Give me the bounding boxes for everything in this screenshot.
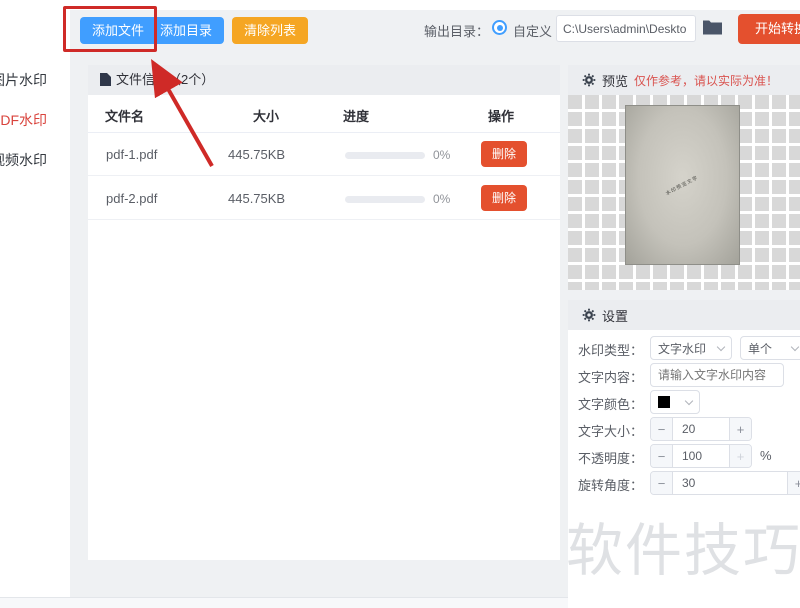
sidebar-item-video-watermark[interactable]: 视频水印 <box>0 150 70 170</box>
table-row: pdf-1.pdf 445.75KB 0% 删除 <box>88 133 560 176</box>
file-list-panel: 文件信息（2个） 文件名 大小 进度 操作 pdf-1.pdf 445.75KB… <box>88 65 560 560</box>
watermark-mode-select[interactable]: 单个 <box>740 336 800 360</box>
text-color-select[interactable] <box>650 390 700 414</box>
table-row: pdf-2.pdf 445.75KB 0% 删除 <box>88 177 560 220</box>
text-size-value[interactable]: 20 <box>673 418 729 440</box>
chevron-down-icon <box>790 342 800 351</box>
gear-icon <box>582 73 596 87</box>
output-path-input[interactable] <box>556 15 696 42</box>
start-convert-button[interactable]: 开始转换 <box>738 14 800 44</box>
progress-bar <box>345 196 425 203</box>
column-action: 操作 <box>488 109 515 124</box>
opacity-unit: % <box>760 448 772 463</box>
file-panel-title: 文件信息（2个） <box>116 72 215 87</box>
file-name: pdf-2.pdf <box>106 191 158 206</box>
settings-header: 设置 <box>568 300 800 330</box>
file-panel-header: 文件信息（2个） <box>88 65 560 95</box>
page-watermark-text: 软件技巧 <box>566 519 800 583</box>
opacity-label: 不透明度： <box>578 451 644 466</box>
decrease-button[interactable]: − <box>651 445 673 467</box>
clear-list-button[interactable]: 清除列表 <box>232 17 309 44</box>
file-name: pdf-1.pdf <box>106 147 158 162</box>
browse-folder-button[interactable] <box>701 18 723 38</box>
preview-notice: 仅作参考，请以实际为准！ <box>634 73 779 88</box>
watermark-type-select[interactable]: 文字水印 <box>650 336 732 360</box>
text-size-stepper: − 20 + <box>650 417 752 441</box>
decrease-button[interactable]: − <box>651 472 673 494</box>
increase-button[interactable]: + <box>729 418 751 440</box>
progress-bar <box>345 152 425 159</box>
watermark-sample-text: 水印预览文字 <box>665 174 701 197</box>
increase-button[interactable]: + <box>787 472 800 494</box>
text-content-label: 文字内容： <box>578 370 644 385</box>
chevron-down-icon <box>716 342 726 351</box>
preview-header: 预览 仅作参考，请以实际为准！ <box>568 65 800 95</box>
delete-button[interactable]: 删除 <box>481 141 528 167</box>
add-file-button[interactable]: 添加文件 <box>80 17 157 44</box>
file-icon <box>100 73 111 86</box>
text-content-input[interactable] <box>650 363 784 387</box>
opacity-value[interactable]: 100 <box>673 445 729 467</box>
column-size: 大小 <box>253 109 280 124</box>
sidebar-item-pdf-watermark[interactable]: PDF水印 <box>0 110 70 130</box>
custom-radio[interactable] <box>492 20 507 35</box>
text-size-label: 文字大小： <box>578 424 644 439</box>
column-filename: 文件名 <box>105 109 145 124</box>
color-swatch-black <box>658 396 670 408</box>
sidebar: 图片水印 PDF水印 视频水印 <box>0 10 70 597</box>
column-progress: 进度 <box>343 109 370 124</box>
table-header-row: 文件名 大小 进度 操作 <box>88 95 560 133</box>
progress-percent: 0% <box>433 148 451 162</box>
preview-title: 预览 <box>602 73 629 89</box>
gear-icon <box>582 308 596 322</box>
rotation-stepper: − 30 + <box>650 471 800 495</box>
folder-icon <box>702 20 723 38</box>
delete-button[interactable]: 删除 <box>481 185 528 211</box>
decrease-button[interactable]: − <box>651 418 673 440</box>
text-color-label: 文字颜色： <box>578 397 644 412</box>
output-directory-label: 输出目录： <box>424 24 490 39</box>
watermark-type-value: 文字水印 <box>658 341 707 356</box>
sidebar-item-image-watermark[interactable]: 图片水印 <box>0 70 70 90</box>
file-size: 445.75KB <box>228 147 286 162</box>
progress-percent: 0% <box>433 192 451 206</box>
settings-title: 设置 <box>602 308 629 324</box>
custom-radio-label[interactable]: 自定义 <box>513 21 552 40</box>
preview-panel: 预览 仅作参考，请以实际为准！ 水印预览文字 <box>568 65 800 290</box>
file-size: 445.75KB <box>228 191 286 206</box>
chevron-down-icon <box>684 396 694 405</box>
preview-canvas: 水印预览文字 <box>568 95 800 290</box>
add-directory-button[interactable]: 添加目录 <box>148 17 225 44</box>
watermark-type-label: 水印类型： <box>578 343 644 358</box>
watermark-mode-value: 单个 <box>748 341 773 356</box>
increase-button-disabled: + <box>729 445 751 467</box>
rotation-label: 旋转角度： <box>578 478 644 493</box>
document-preview: 水印预览文字 <box>625 105 740 265</box>
opacity-stepper: − 100 + <box>650 444 752 468</box>
rotation-value[interactable]: 30 <box>673 472 787 494</box>
